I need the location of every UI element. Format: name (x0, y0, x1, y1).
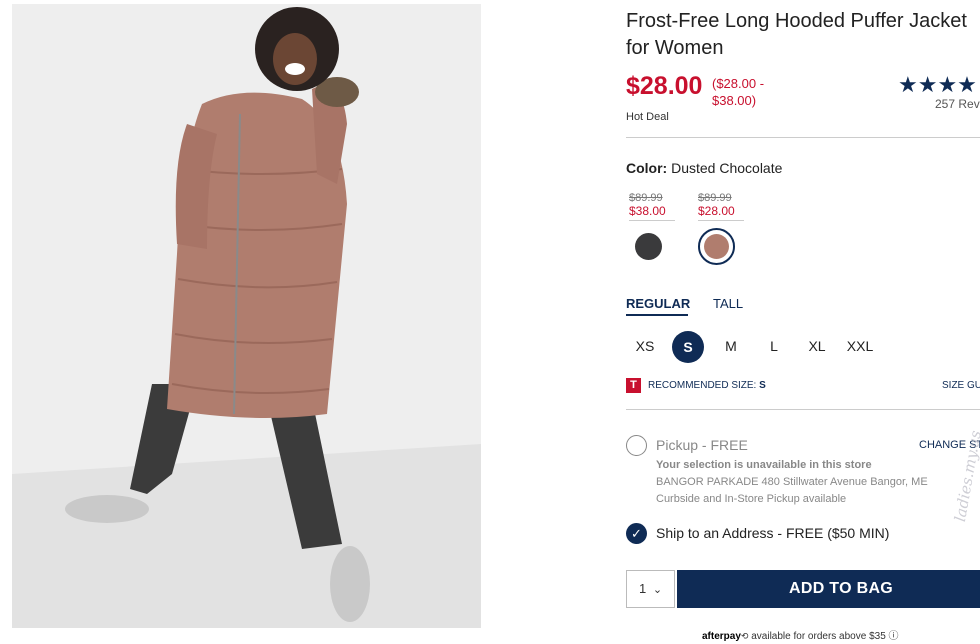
recommended-size-label: RECOMMENDED SIZE: (648, 380, 757, 391)
pickup-radio[interactable] (626, 435, 647, 456)
product-title-line1: Frost-Free Long Hooded Puffer Jacket (626, 10, 967, 32)
quantity-value: 1 (638, 581, 647, 596)
price-range: ($28.00 - $38.00) (712, 75, 792, 109)
tab-regular-underline (626, 314, 688, 316)
recommended-size-value: S (759, 380, 766, 391)
true-fit-icon: T (626, 378, 641, 393)
color-label: Color: Dusted Chocolate (626, 160, 782, 176)
curbside-note: Curbside and In-Store Pickup available (656, 493, 847, 505)
size-s[interactable]: S (672, 331, 704, 363)
swatch-new-price: $28.00 (698, 204, 735, 218)
price-range-line2: $38.00) (712, 93, 757, 108)
swatch-price-black: $89.99 $38.00 (629, 192, 679, 221)
hot-deal-label: Hot Deal (626, 111, 669, 123)
sale-price: $28.00 (626, 72, 703, 100)
swatch-black[interactable] (635, 233, 662, 260)
size-m[interactable]: M (716, 338, 746, 354)
swatch-price-chocolate: $89.99 $28.00 (698, 192, 748, 221)
ship-radio-check-icon[interactable]: ✓ (626, 523, 647, 544)
swatch-new-price: $38.00 (629, 204, 666, 218)
rating-stars-icon[interactable]: ★★★★ (898, 72, 977, 98)
reviews-link[interactable]: 257 Reviews (935, 97, 980, 111)
divider (626, 409, 980, 410)
recommended-size[interactable]: RECOMMENDED SIZE: S (648, 380, 766, 391)
product-image[interactable] (12, 4, 481, 628)
product-title: Frost-Free Long Hooded Puffer Jacket for… (626, 8, 980, 62)
unavailable-message: Your selection is unavailable in this st… (656, 459, 872, 471)
size-xs[interactable]: XS (630, 338, 660, 354)
ship-label[interactable]: Ship to an Address - FREE ($50 MIN) (656, 525, 889, 541)
swatch-chocolate-fill (704, 234, 729, 259)
afterpay-logo: afterpay (702, 631, 741, 642)
price-range-line1: ($28.00 - (712, 76, 765, 91)
size-l[interactable]: L (759, 338, 789, 354)
pickup-label[interactable]: Pickup - FREE (656, 437, 748, 453)
add-to-bag-button[interactable]: ADD TO BAG (677, 570, 980, 608)
size-xxl[interactable]: XXL (845, 338, 875, 354)
product-title-line2: for Women (626, 37, 724, 59)
size-xl[interactable]: XL (802, 338, 832, 354)
divider (626, 137, 980, 138)
tab-tall[interactable]: TALL (713, 296, 743, 311)
afterpay-note: afterpay⟲ available for orders above $35… (702, 631, 899, 642)
swatch-underline (698, 220, 744, 221)
size-guide-link[interactable]: SIZE GUIDE (942, 380, 980, 391)
info-icon[interactable]: ⓘ (889, 631, 899, 642)
tab-regular[interactable]: REGULAR (626, 296, 690, 311)
color-label-key: Color: (626, 160, 668, 176)
afterpay-text: available for orders above $35 (751, 631, 886, 642)
swatch-dusted-chocolate[interactable] (698, 228, 735, 265)
color-label-value: Dusted Chocolate (671, 160, 783, 176)
store-address: BANGOR PARKADE 480 Stillwater Avenue Ban… (656, 476, 928, 488)
quantity-select[interactable]: 1 ⌄ (626, 570, 675, 608)
chevron-down-icon: ⌄ (652, 584, 663, 596)
swatch-underline (629, 220, 675, 221)
